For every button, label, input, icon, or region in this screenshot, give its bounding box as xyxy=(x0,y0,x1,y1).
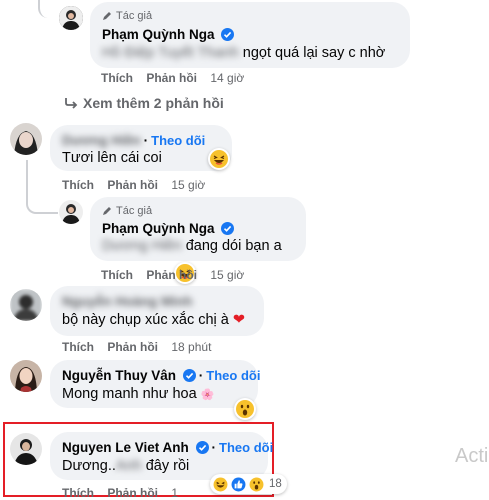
comment-actions: Thích Phản hồi 18 phút xyxy=(62,340,211,354)
avatar-image xyxy=(10,360,42,392)
avatar[interactable] xyxy=(10,433,42,465)
avatar[interactable] xyxy=(10,360,42,392)
reply-button[interactable]: Phản hồi xyxy=(107,340,158,354)
comment-bubble: Nguyễn Hoàng Minh bộ này chụp xúc xắc ch… xyxy=(50,286,264,336)
avatar-image xyxy=(10,433,42,465)
author-badge: Tác giả xyxy=(102,10,152,22)
comment-bubble: Nguyễn Thuy Vân · Theo dõi Mong manh như … xyxy=(50,360,260,408)
comment-bubble: Tác giả Phạm Quỳnh Nga Dương Hiền đang d… xyxy=(90,197,306,261)
like-button[interactable]: Thích xyxy=(101,71,133,85)
comment-author-name[interactable]: Nguyen Le Viet Anh · Theo dõi xyxy=(62,440,273,457)
comment-author-name[interactable]: Nguyễn Hoàng Minh xyxy=(62,294,193,309)
comment-text: Hồ Điệp Tuyết Thanh ngọt quá lại say c n… xyxy=(102,45,386,61)
follow-button[interactable]: Theo dõi xyxy=(151,133,205,148)
avatar-image xyxy=(10,123,42,155)
like-button[interactable]: Thích xyxy=(62,340,94,354)
avatar[interactable] xyxy=(59,200,83,224)
verified-badge-icon xyxy=(221,28,235,44)
heart-emoji: ❤ xyxy=(232,312,246,328)
comment-author-name[interactable]: Phạm Quỳnh Nga xyxy=(102,27,235,44)
like-button[interactable]: Thích xyxy=(62,178,94,192)
reply-button[interactable]: Phản hồi xyxy=(107,178,158,192)
comment-actions: Thích Phản hồi 15 giờ xyxy=(62,178,205,192)
comment-bubble: Nguyen Le Viet Anh · Theo dõi Dương..Anh … xyxy=(50,432,273,480)
like-reaction-icon xyxy=(231,477,246,491)
like-button[interactable]: Thích xyxy=(62,486,94,500)
author-badge: Tác giả xyxy=(102,205,152,217)
comment-time[interactable]: 15 giờ xyxy=(171,178,205,192)
avatar-image xyxy=(59,200,83,224)
comment-actions: Thích Phản hồi 1 xyxy=(62,486,178,500)
verified-badge-icon xyxy=(182,369,196,385)
reply-thread-line xyxy=(38,0,54,18)
reply-button[interactable]: Phản hồi xyxy=(146,268,197,282)
comment-author-name[interactable]: Nguyễn Thuy Vân · Theo dõi xyxy=(62,368,260,385)
comment-text: Dương..Anh đây rồi xyxy=(62,458,190,474)
reply-button[interactable]: Phản hồi xyxy=(107,486,158,500)
comment-text: Dương Hiền đang dói bạn a xyxy=(102,238,282,254)
reply-thread-line xyxy=(26,160,58,214)
comment-text: Mong manh như hoa 🌸 xyxy=(62,386,215,402)
comment-time[interactable]: 14 giờ xyxy=(210,71,244,85)
follow-button[interactable]: Theo dõi xyxy=(219,440,273,455)
comment-bubble: Tác giả Phạm Quỳnh Nga Hồ Điệp Tuyết Tha… xyxy=(90,2,410,68)
blurred-name: Hồ Điệp Tuyết Thanh xyxy=(102,45,239,61)
pen-icon xyxy=(103,12,111,20)
reply-arrow-icon xyxy=(65,98,78,109)
wow-reaction-icon[interactable] xyxy=(234,398,256,420)
verified-badge-icon xyxy=(195,441,209,457)
avatar-image xyxy=(59,6,83,30)
haha-reaction-icon xyxy=(213,477,228,491)
avatar[interactable] xyxy=(10,289,42,321)
reaction-count: 18 xyxy=(269,478,282,490)
reply-button[interactable]: Phản hồi xyxy=(146,71,197,85)
comment-time[interactable]: 1 xyxy=(171,486,178,500)
avatar[interactable] xyxy=(59,6,83,30)
view-more-replies[interactable]: Xem thêm 2 phản hồi xyxy=(64,95,224,111)
comment-author-name[interactable]: Dương Hiền · Theo dõi xyxy=(62,133,205,148)
comment-time[interactable]: 15 giờ xyxy=(210,268,244,282)
comment-bubble: Dương Hiền · Theo dõi Tươi lên cái coi xyxy=(50,125,232,171)
reaction-summary[interactable]: 18 xyxy=(210,474,287,494)
comment-text: bộ này chụp xúc xắc chị à ❤ xyxy=(62,312,246,328)
comment-author-name[interactable]: Phạm Quỳnh Nga xyxy=(102,221,235,238)
pen-icon xyxy=(103,207,111,215)
watermark-text: Acti xyxy=(455,445,489,467)
comment-text: Tươi lên cái coi xyxy=(62,150,162,166)
avatar-image xyxy=(10,289,42,321)
comment-time[interactable]: 18 phút xyxy=(171,340,211,354)
like-button[interactable]: Thích xyxy=(101,268,133,282)
comment-actions: Thích Phản hồi 14 giờ xyxy=(101,71,244,85)
haha-reaction-icon[interactable] xyxy=(208,148,230,170)
cherry-blossom-emoji: 🌸 xyxy=(200,389,215,401)
blurred-name: Anh xyxy=(115,458,142,474)
comment-actions: Thích Phản hồi 15 giờ xyxy=(101,268,244,282)
follow-button[interactable]: Theo dõi xyxy=(206,368,260,383)
avatar[interactable] xyxy=(10,123,42,155)
blurred-name: Dương Hiền xyxy=(102,238,182,254)
wow-reaction-icon xyxy=(249,477,264,491)
verified-badge-icon xyxy=(221,222,235,238)
